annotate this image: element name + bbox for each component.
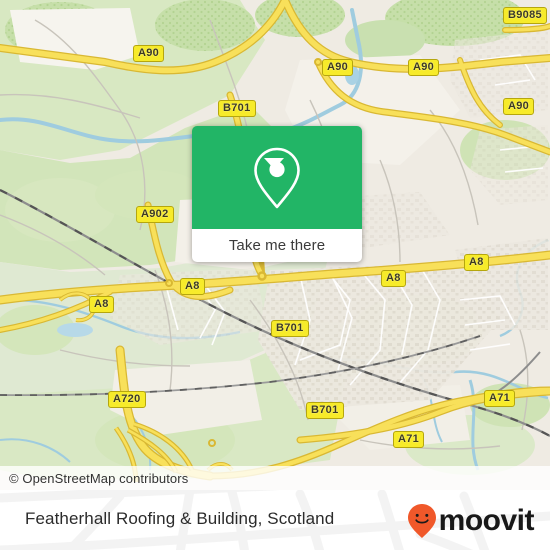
- map-pin-icon: [254, 147, 300, 208]
- poi-card-action[interactable]: Take me there: [192, 229, 362, 262]
- road-shield: A8: [464, 254, 489, 271]
- road-shield: A902: [136, 206, 174, 223]
- road-shield: A720: [108, 391, 146, 408]
- moovit-smiley-pin-icon: [407, 504, 436, 538]
- map-attribution-bar: © OpenStreetMap contributors: [0, 466, 550, 490]
- road-shield: A8: [89, 296, 114, 313]
- moovit-wordmark: moovit: [438, 504, 535, 537]
- map-canvas[interactable]: B9085 A90 A90 A90 A90 B701 A902 A8 A8 A8…: [0, 0, 550, 490]
- road-shield: A8: [180, 278, 205, 295]
- road-shield: A90: [133, 45, 165, 62]
- road-shield: A90: [322, 59, 354, 76]
- footer-bar: Featherhall Roofing & Building, Scotland…: [0, 490, 550, 550]
- road-shield: A8: [381, 270, 406, 287]
- place-title: Featherhall Roofing & Building, Scotland: [25, 509, 335, 528]
- road-shield: A71: [484, 390, 516, 407]
- callout-tail: [264, 158, 284, 169]
- road-shield: A90: [408, 59, 440, 76]
- road-shield: B9085: [503, 7, 547, 24]
- road-shield: B701: [271, 320, 309, 337]
- road-shield: B701: [306, 402, 344, 419]
- moovit-logo[interactable]: moovit: [407, 503, 535, 539]
- road-shield: B701: [218, 100, 256, 117]
- attribution-text[interactable]: © OpenStreetMap contributors: [0, 471, 188, 486]
- road-shield: A90: [503, 98, 535, 115]
- poi-card-image: [192, 126, 362, 229]
- poi-callout-card[interactable]: Take me there: [192, 126, 362, 262]
- road-shield: A71: [393, 431, 425, 448]
- take-me-there-label: Take me there: [228, 237, 326, 254]
